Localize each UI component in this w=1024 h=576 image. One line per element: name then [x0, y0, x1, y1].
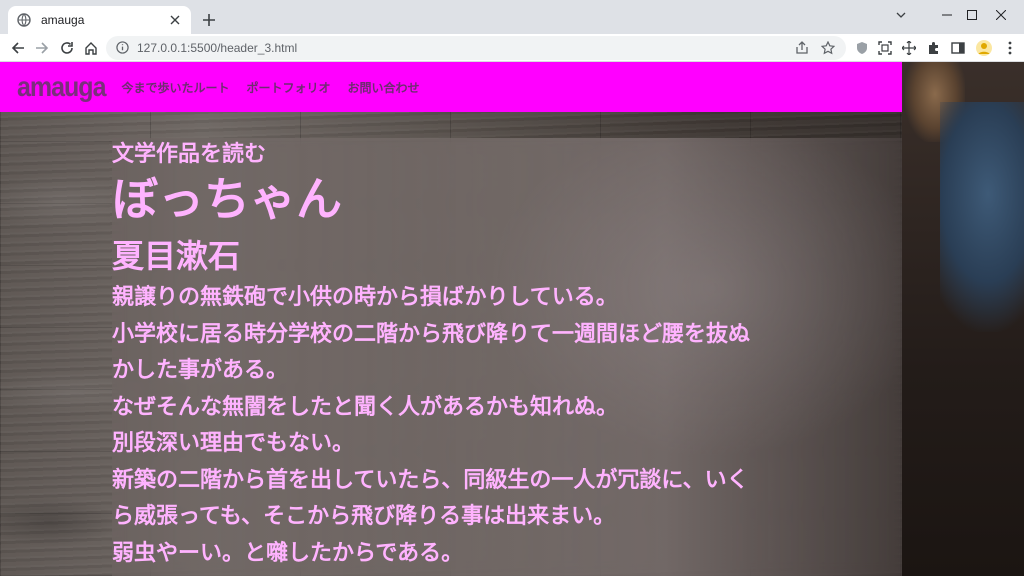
article-author: 夏目漱石 — [112, 237, 241, 275]
screenshot-icon[interactable] — [873, 36, 897, 60]
article-content: 文学作品を読む ぼっちゃん 夏目漱石 親譲りの無鉄砲で小供の時から損ばかりしてい… — [112, 140, 912, 572]
background-object-blue — [940, 102, 1024, 332]
sidebar-icon[interactable] — [946, 36, 970, 60]
profile-icon[interactable] — [972, 36, 996, 60]
browser-toolbar: 127.0.0.1:5500/header_3.html — [0, 34, 1024, 62]
article-line: 親譲りの無鉄砲で小供の時から損ばかりしている。 — [112, 285, 618, 310]
article-line: 新築の二階から首を出していたら、同級生の一人が冗談に、いく — [112, 467, 749, 493]
move-icon[interactable] — [897, 36, 921, 60]
article-line: ら威張っても、そこから飛び降りる事は出来まい。 — [112, 504, 616, 529]
site-logo[interactable]: amauga — [17, 71, 106, 103]
article-line: かした事がある。 — [112, 358, 289, 383]
site-header: amauga 今まで歩いたルート ポートフォリオ お問い合わせ — [0, 62, 902, 112]
forward-icon[interactable] — [30, 36, 54, 60]
article-line: なぜそんな無闇をしたと聞く人があるかも知れぬ。 — [112, 394, 619, 420]
shield-icon[interactable] — [850, 36, 874, 60]
tab-strip: amauga — [0, 0, 1024, 34]
url-text: 127.0.0.1:5500/header_3.html — [137, 41, 298, 55]
browser-tab[interactable]: amauga — [8, 6, 191, 34]
article-line: 弱虫やーい。と囃したからである。 — [112, 540, 464, 566]
article-line: 小学校に居る時分学校の二階から飛び降りて一週間ほど腰を抜ぬ — [112, 321, 751, 347]
nav-link-contact[interactable]: お問い合わせ — [348, 79, 420, 96]
article-line: 別段深い理由でもない。 — [112, 431, 355, 456]
close-icon[interactable] — [167, 12, 183, 28]
menu-icon[interactable] — [998, 36, 1022, 60]
article-subtitle: 文学作品を読む — [112, 142, 267, 167]
page-viewport: amauga 今まで歩いたルート ポートフォリオ お問い合わせ 文学作品を読む … — [0, 62, 1024, 576]
nav-link-portfolio[interactable]: ポートフォリオ — [247, 79, 331, 96]
address-bar[interactable]: 127.0.0.1:5500/header_3.html — [106, 36, 846, 60]
globe-icon — [16, 12, 32, 28]
close-icon[interactable] — [978, 0, 1024, 30]
share-icon[interactable] — [790, 36, 814, 60]
plus-icon[interactable] — [198, 9, 220, 31]
nav-link-route[interactable]: 今まで歩いたルート — [121, 79, 229, 96]
article-title: ぼっちゃん — [112, 172, 342, 226]
star-icon[interactable] — [816, 36, 840, 60]
home-icon[interactable] — [79, 36, 103, 60]
tab-title: amauga — [41, 13, 85, 27]
puzzle-icon[interactable] — [922, 36, 946, 60]
info-icon[interactable] — [116, 39, 129, 58]
reload-icon[interactable] — [55, 36, 79, 60]
back-icon[interactable] — [6, 36, 30, 60]
chevron-down-icon[interactable] — [878, 0, 924, 30]
